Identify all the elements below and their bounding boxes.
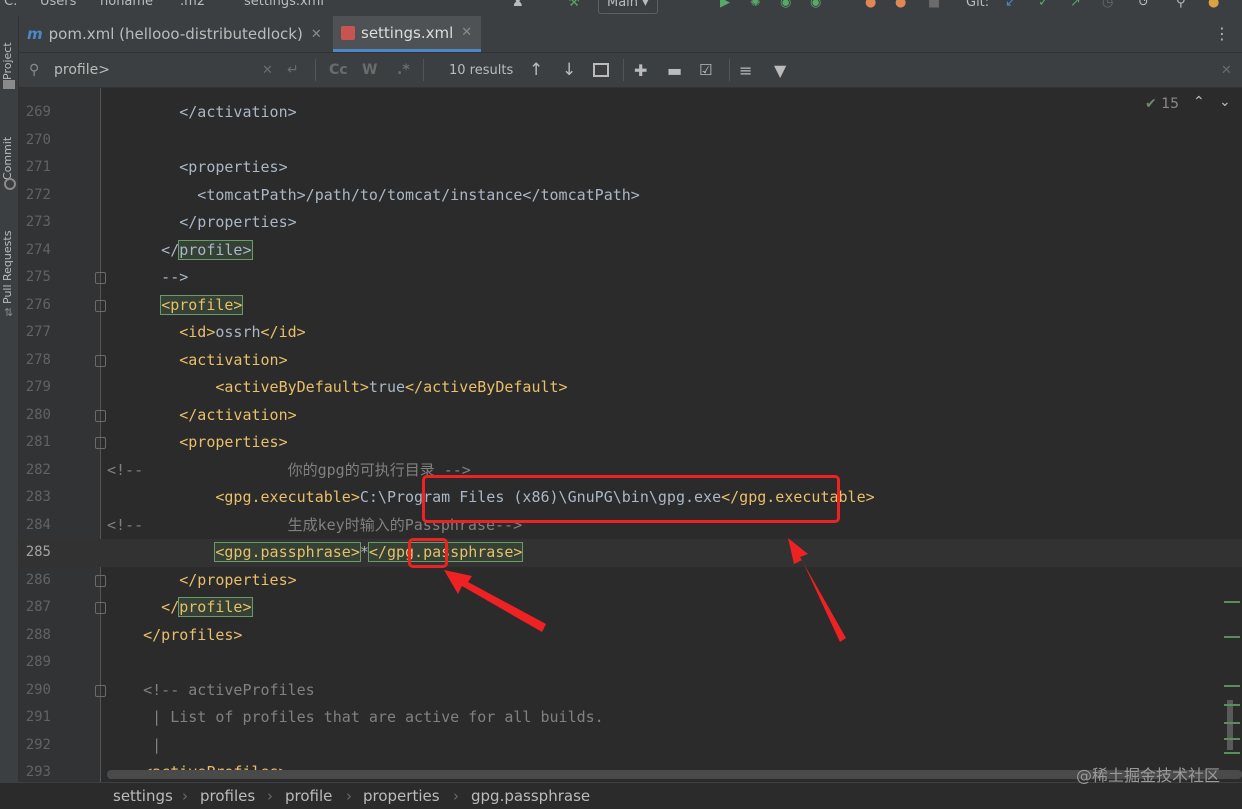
chevron-right-icon: › bbox=[182, 787, 188, 805]
breadcrumb-item[interactable]: settings bbox=[113, 787, 173, 805]
breadcrumb-item[interactable]: properties bbox=[363, 787, 440, 805]
chevron-right-icon: › bbox=[346, 787, 352, 805]
breadcrumb-item[interactable]: gpg.passphrase bbox=[471, 787, 590, 805]
breadcrumb-item[interactable]: profiles bbox=[200, 787, 255, 805]
watermark: @稀土掘金技术社区 bbox=[1075, 766, 1220, 785]
breadcrumb-item[interactable]: profile bbox=[285, 787, 332, 805]
breadcrumb: settings › profiles › profile › properti… bbox=[0, 782, 1242, 809]
arrow-to-passphrase bbox=[444, 570, 546, 632]
annotation-arrows bbox=[444, 538, 846, 642]
chevron-right-icon: › bbox=[267, 787, 273, 805]
chevron-right-icon: › bbox=[453, 787, 459, 805]
arrow-to-path bbox=[788, 538, 846, 642]
